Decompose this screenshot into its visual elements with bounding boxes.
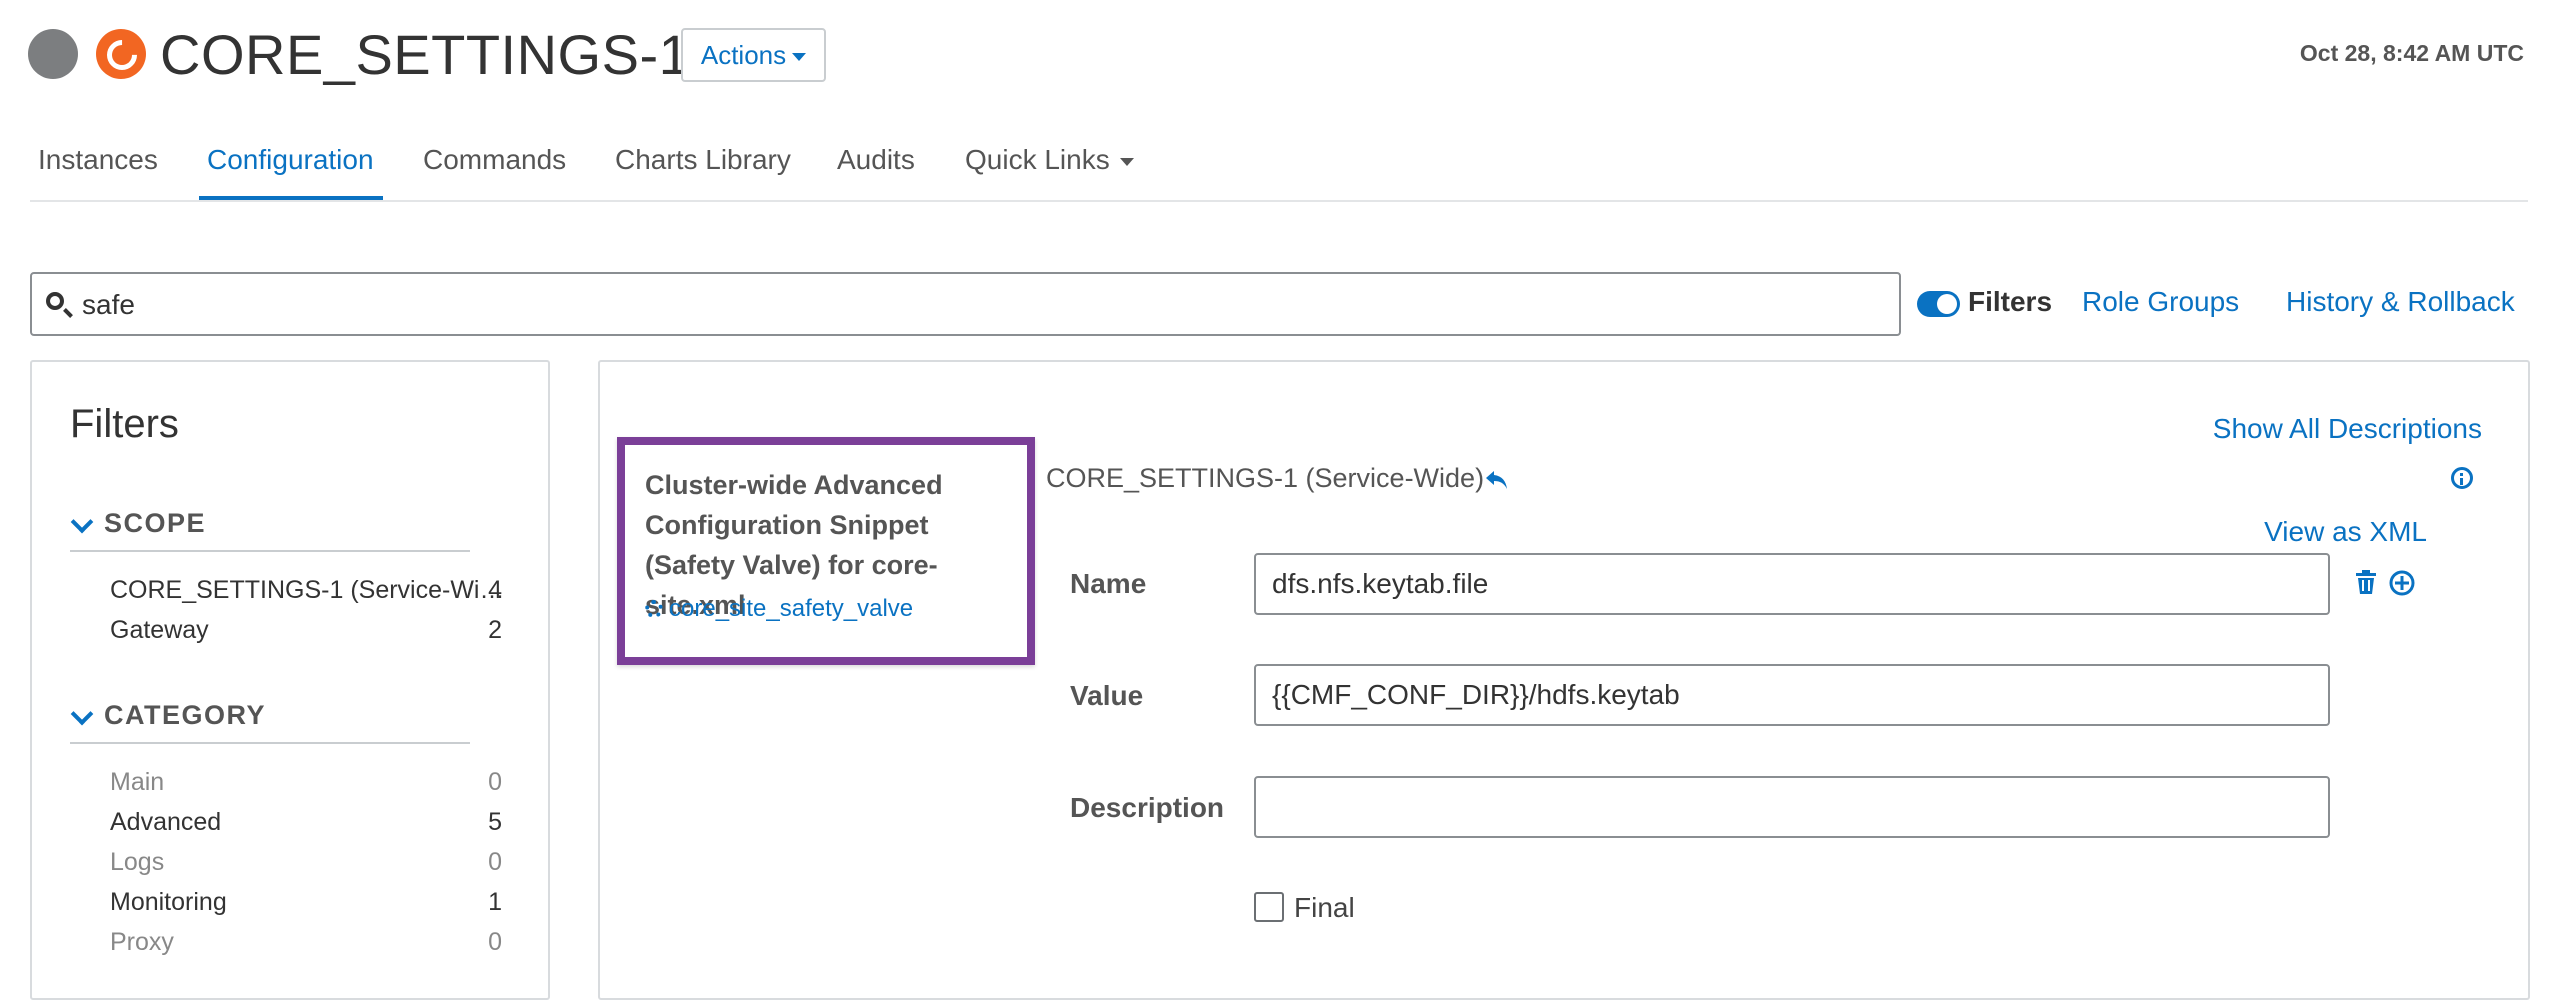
property-key-link[interactable]: core_site_safety_valve: [645, 595, 913, 623]
tab-audits[interactable]: Audits: [837, 140, 915, 180]
chevron-down-icon: [70, 510, 94, 534]
name-label: Name: [1070, 568, 1147, 599]
value-input[interactable]: [1272, 674, 2312, 716]
description-label: Description: [1070, 792, 1225, 823]
history-rollback-link[interactable]: History & Rollback: [2286, 286, 2515, 318]
search-box[interactable]: [30, 272, 1901, 336]
filter-count: 1: [488, 888, 502, 916]
status-dot: [28, 29, 78, 79]
show-all-descriptions-link[interactable]: Show All Descriptions: [2213, 413, 2482, 445]
actions-label: Actions: [700, 40, 787, 70]
tabs-divider: [30, 200, 2528, 202]
search-icon: [46, 292, 64, 310]
tab-quick-links[interactable]: Quick Links: [965, 140, 1134, 180]
filters-toggle-label: Filters: [1968, 286, 2053, 317]
filter-count: 0: [488, 768, 502, 796]
category-section-toggle[interactable]: CATEGORY: [70, 700, 490, 740]
filter-count: 0: [488, 848, 502, 876]
filter-count: 0: [488, 928, 502, 956]
tab-commands[interactable]: Commands: [423, 140, 566, 180]
category-heading: CATEGORY: [104, 700, 267, 730]
filter-scope-gateway[interactable]: Gateway: [110, 614, 209, 646]
final-label: Final: [1294, 892, 1355, 923]
role-groups-link[interactable]: Role Groups: [2082, 286, 2239, 318]
gears-icon: [645, 600, 663, 618]
filter-count: 2: [488, 616, 502, 644]
tab-configuration[interactable]: Configuration: [207, 140, 374, 180]
add-circle-icon[interactable]: [2389, 570, 2415, 596]
value-field[interactable]: [1254, 664, 2330, 726]
filter-count: 5: [488, 808, 502, 836]
scope-divider: [70, 550, 470, 552]
filter-category-main[interactable]: Main: [110, 766, 164, 798]
property-key-label: core_site_safety_valve: [669, 595, 914, 622]
filters-toggle-switch[interactable]: [1917, 291, 1960, 317]
caret-down-icon: [1119, 157, 1134, 166]
trash-icon[interactable]: [2356, 570, 2376, 594]
description-input[interactable]: [1272, 786, 2312, 828]
property-highlight-box: Cluster-wide Advanced Configuration Snip…: [617, 437, 1035, 665]
actions-dropdown-button[interactable]: Actions: [681, 28, 826, 82]
search-input[interactable]: [80, 282, 1864, 328]
filter-category-monitoring[interactable]: Monitoring: [110, 886, 227, 918]
category-divider: [70, 742, 470, 744]
timestamp: Oct 28, 8:42 AM UTC: [2299, 40, 2524, 66]
name-input[interactable]: [1272, 563, 2312, 605]
quick-links-label: Quick Links: [965, 144, 1110, 175]
revert-icon[interactable]: [1484, 467, 1510, 493]
caret-down-icon: [792, 53, 807, 62]
filter-category-logs[interactable]: Logs: [110, 846, 164, 878]
view-as-xml-link[interactable]: View as XML: [2264, 516, 2427, 548]
description-field[interactable]: [1254, 776, 2330, 838]
final-checkbox[interactable]: [1254, 892, 1284, 922]
filter-category-proxy[interactable]: Proxy: [110, 926, 174, 958]
scope-section-toggle[interactable]: SCOPE: [70, 508, 490, 548]
name-field[interactable]: [1254, 553, 2330, 615]
scope-heading: SCOPE: [104, 508, 207, 538]
filter-category-advanced[interactable]: Advanced: [110, 806, 221, 838]
filter-count: 4: [488, 576, 502, 604]
filters-panel: [30, 360, 550, 1000]
filters-title: Filters: [70, 402, 179, 446]
tab-charts-library[interactable]: Charts Library: [615, 140, 791, 180]
info-icon[interactable]: [2451, 467, 2473, 489]
filter-scope-core-settings[interactable]: CORE_SETTINGS-1 (Service-Wi…: [110, 574, 504, 606]
service-logo-icon: [96, 29, 146, 79]
chevron-down-icon: [70, 702, 94, 726]
page-title: CORE_SETTINGS-1: [160, 23, 691, 86]
scope-label: CORE_SETTINGS-1 (Service-Wide): [1046, 463, 1485, 493]
value-label: Value: [1070, 680, 1144, 711]
tab-instances[interactable]: Instances: [38, 140, 158, 180]
